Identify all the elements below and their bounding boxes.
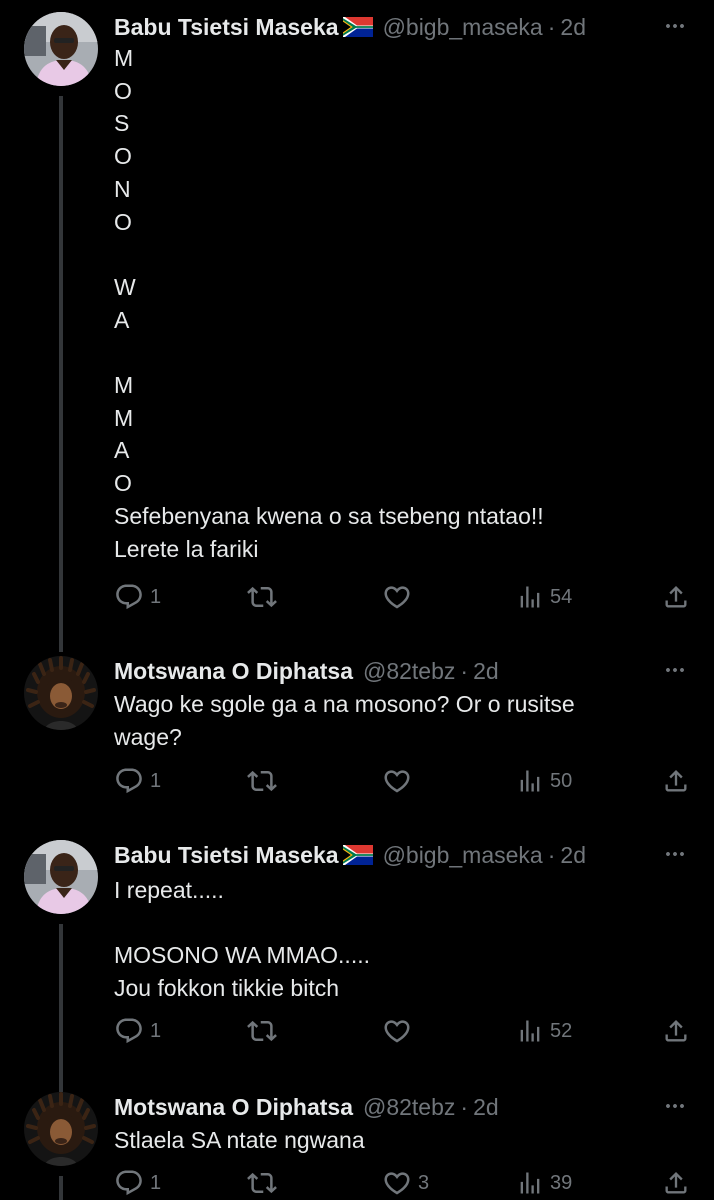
author-handle[interactable]: @bigb_maseka	[383, 842, 543, 869]
action-bar: 1 50	[114, 765, 694, 797]
reply-icon	[114, 582, 144, 612]
tweet-header: Babu Tsietsi Maseka @bigb_maseka · 2d	[114, 840, 690, 870]
repost-icon	[247, 766, 277, 796]
heart-icon	[382, 1168, 412, 1198]
views-icon	[516, 767, 544, 795]
repost-button[interactable]	[247, 1015, 277, 1047]
more-icon[interactable]	[660, 14, 690, 38]
views-count: 54	[550, 585, 573, 608]
separator-dot: ·	[547, 13, 556, 40]
reply-count: 1	[150, 585, 162, 608]
views-icon	[516, 1017, 544, 1045]
like-button[interactable]: 3	[382, 1167, 429, 1199]
tweet-text: Wago ke sgole ga a na mosono? Or o rusit…	[114, 691, 575, 750]
views-count: 50	[550, 769, 573, 792]
views-button[interactable]: 54	[516, 581, 572, 613]
avatar[interactable]	[24, 1092, 98, 1166]
views-count: 39	[550, 1171, 573, 1194]
tweet-header: Babu Tsietsi Maseka @bigb_maseka · 2d	[114, 12, 690, 42]
author-handle[interactable]: @82tebz	[363, 658, 455, 685]
south-africa-flag-icon	[343, 845, 373, 865]
repost-icon	[247, 1168, 277, 1198]
tweet[interactable]: Motswana O Diphatsa @82tebz · 2d Stlaela…	[0, 1092, 714, 1200]
share-button[interactable]	[662, 581, 690, 613]
more-icon[interactable]	[660, 1094, 690, 1118]
thread-line	[59, 1176, 63, 1200]
reply-icon	[114, 1016, 144, 1046]
repost-button[interactable]	[247, 765, 277, 797]
author-name[interactable]: Motswana O Diphatsa	[114, 658, 353, 685]
share-icon	[662, 583, 690, 611]
author-name[interactable]: Babu Tsietsi Maseka	[114, 14, 339, 41]
tweet[interactable]: Babu Tsietsi Maseka @bigb_maseka · 2d M …	[0, 12, 714, 652]
like-button[interactable]	[382, 581, 412, 613]
share-icon	[662, 1017, 690, 1045]
heart-icon	[382, 582, 412, 612]
thread-line	[59, 96, 63, 652]
reply-button[interactable]: 1	[114, 581, 161, 613]
reply-icon	[114, 1168, 144, 1198]
views-icon	[516, 583, 544, 611]
reply-button[interactable]: 1	[114, 765, 161, 797]
repost-button[interactable]	[247, 581, 277, 613]
tweet-header: Motswana O Diphatsa @82tebz · 2d	[114, 656, 690, 686]
timestamp[interactable]: 2d	[473, 1094, 499, 1121]
heart-icon	[382, 766, 412, 796]
like-button[interactable]	[382, 1015, 412, 1047]
separator-dot: ·	[460, 1093, 469, 1120]
south-africa-flag-icon	[343, 17, 373, 37]
views-button[interactable]: 39	[516, 1167, 572, 1199]
tweet-text: Stlaela SA ntate ngwana	[114, 1127, 365, 1153]
reply-icon	[114, 766, 144, 796]
more-icon[interactable]	[660, 658, 690, 682]
timestamp[interactable]: 2d	[560, 14, 586, 41]
tweet[interactable]: Babu Tsietsi Maseka @bigb_maseka · 2d I …	[0, 840, 714, 1094]
action-bar: 1 54	[114, 581, 694, 613]
repost-button[interactable]	[247, 1167, 277, 1199]
tweet-text: M O S O N O W A M M A O Sefebenyana kwen…	[114, 45, 544, 562]
views-icon	[516, 1169, 544, 1197]
avatar[interactable]	[24, 12, 98, 86]
action-bar: 1 52	[114, 1015, 694, 1047]
author-handle[interactable]: @82tebz	[363, 1094, 455, 1121]
tweet[interactable]: Motswana O Diphatsa @82tebz · 2d Wago ke…	[0, 656, 714, 816]
views-count: 52	[550, 1019, 573, 1042]
reply-count: 1	[150, 1019, 162, 1042]
views-button[interactable]: 52	[516, 1015, 572, 1047]
reply-count: 1	[150, 1171, 162, 1194]
heart-icon	[382, 1016, 412, 1046]
repost-icon	[247, 1016, 277, 1046]
share-button[interactable]	[662, 1015, 690, 1047]
thread-line	[59, 924, 63, 1094]
author-name[interactable]: Motswana O Diphatsa	[114, 1094, 353, 1121]
share-button[interactable]	[662, 765, 690, 797]
author-handle[interactable]: @bigb_maseka	[383, 14, 543, 41]
repost-icon	[247, 582, 277, 612]
timestamp[interactable]: 2d	[473, 658, 499, 685]
action-bar: 1 3 39	[114, 1167, 694, 1199]
share-button[interactable]	[662, 1167, 690, 1199]
share-icon	[662, 767, 690, 795]
tweet-text: I repeat..... MOSONO WA MMAO..... Jou fo…	[114, 877, 370, 1002]
reply-button[interactable]: 1	[114, 1167, 161, 1199]
separator-dot: ·	[547, 841, 556, 868]
author-name[interactable]: Babu Tsietsi Maseka	[114, 842, 339, 869]
more-icon[interactable]	[660, 842, 690, 866]
avatar[interactable]	[24, 656, 98, 730]
like-button[interactable]	[382, 765, 412, 797]
reply-count: 1	[150, 769, 162, 792]
separator-dot: ·	[460, 657, 469, 684]
reply-button[interactable]: 1	[114, 1015, 161, 1047]
tweet-header: Motswana O Diphatsa @82tebz · 2d	[114, 1092, 690, 1122]
like-count: 3	[418, 1171, 430, 1194]
share-icon	[662, 1169, 690, 1197]
views-button[interactable]: 50	[516, 765, 572, 797]
timestamp[interactable]: 2d	[560, 842, 586, 869]
avatar[interactable]	[24, 840, 98, 914]
